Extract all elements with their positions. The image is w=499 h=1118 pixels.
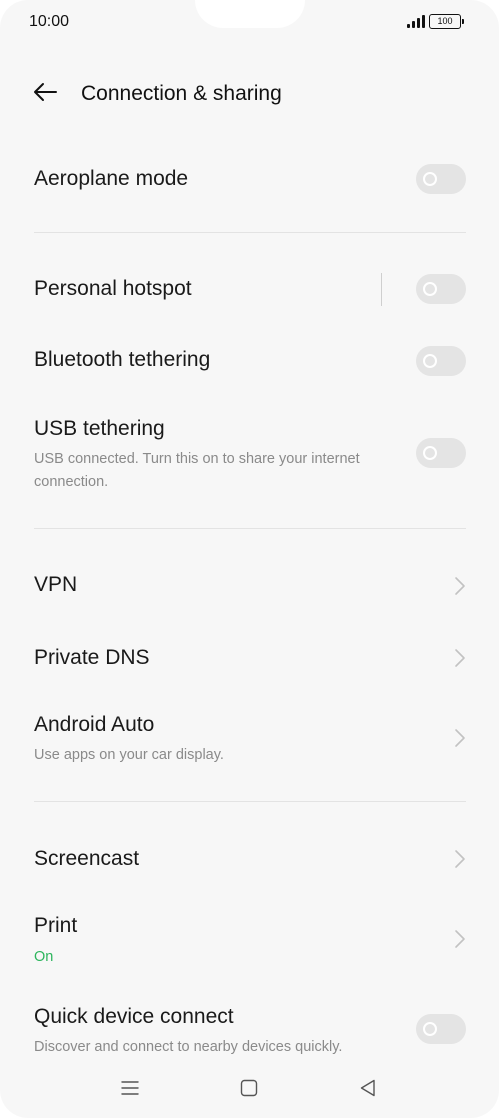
chevron-right-icon bbox=[455, 850, 465, 868]
setting-usb-tethering[interactable]: USB tethering USB connected. Turn this o… bbox=[0, 405, 499, 505]
usb-tethering-toggle[interactable] bbox=[416, 438, 466, 468]
setting-label: Private DNS bbox=[34, 646, 150, 669]
setting-screencast[interactable]: Screencast bbox=[0, 829, 499, 889]
setting-label: VPN bbox=[34, 573, 78, 596]
bluetooth-tethering-toggle[interactable] bbox=[416, 346, 466, 376]
chevron-right-icon bbox=[455, 930, 465, 948]
setting-private-dns[interactable]: Private DNS bbox=[0, 628, 499, 688]
section-divider bbox=[34, 528, 466, 529]
battery-level: 100 bbox=[437, 16, 453, 26]
quick-device-connect-toggle[interactable] bbox=[416, 1014, 466, 1044]
vertical-separator bbox=[381, 273, 382, 306]
aeroplane-mode-toggle[interactable] bbox=[416, 164, 466, 194]
chevron-right-icon bbox=[455, 577, 465, 595]
setting-bluetooth-tethering[interactable]: Bluetooth tethering bbox=[0, 331, 499, 391]
home-icon[interactable] bbox=[237, 1076, 261, 1100]
setting-label: Android Auto bbox=[34, 713, 155, 736]
arrow-left-icon[interactable] bbox=[32, 80, 58, 104]
chevron-right-icon bbox=[455, 729, 465, 747]
setting-label: Bluetooth tethering bbox=[34, 348, 211, 371]
setting-vpn[interactable]: VPN bbox=[0, 556, 499, 616]
setting-subtitle: Discover and connect to nearby devices q… bbox=[34, 1039, 343, 1055]
setting-aeroplane-mode[interactable]: Aeroplane mode bbox=[0, 150, 499, 210]
setting-label: Personal hotspot bbox=[34, 277, 192, 300]
status-time: 10:00 bbox=[29, 13, 70, 30]
setting-quick-device-connect[interactable]: Quick device connect Discover and connec… bbox=[0, 994, 499, 1064]
setting-subtitle: USB connected. Turn this on to share you… bbox=[34, 451, 360, 490]
setting-label: USB tethering bbox=[34, 417, 165, 440]
setting-personal-hotspot[interactable]: Personal hotspot bbox=[0, 260, 499, 320]
back-triangle-icon[interactable] bbox=[356, 1076, 380, 1100]
setting-subtitle: Use apps on your car display. bbox=[34, 747, 224, 763]
chevron-right-icon bbox=[455, 649, 465, 667]
setting-print[interactable]: Print On bbox=[0, 903, 499, 983]
battery-icon: 100 bbox=[429, 14, 464, 29]
setting-label: Print bbox=[34, 914, 78, 937]
signal-icon bbox=[407, 15, 425, 28]
setting-label: Aeroplane mode bbox=[34, 167, 189, 190]
menu-icon[interactable] bbox=[118, 1076, 142, 1100]
personal-hotspot-toggle[interactable] bbox=[416, 274, 466, 304]
section-divider bbox=[34, 801, 466, 802]
setting-label: Screencast bbox=[34, 847, 140, 870]
page-title: Connection & sharing bbox=[81, 82, 282, 105]
app-bar: Connection & sharing bbox=[0, 72, 499, 114]
system-nav-bar bbox=[0, 1068, 499, 1108]
status-bar: 10:00 100 bbox=[0, 0, 499, 44]
setting-label: Quick device connect bbox=[34, 1005, 234, 1028]
print-status: On bbox=[34, 949, 54, 965]
phone-screen: 10:00 100 Connection & sharing Aeroplane… bbox=[0, 0, 499, 1118]
setting-android-auto[interactable]: Android Auto Use apps on your car displa… bbox=[0, 702, 499, 782]
section-divider bbox=[34, 232, 466, 233]
